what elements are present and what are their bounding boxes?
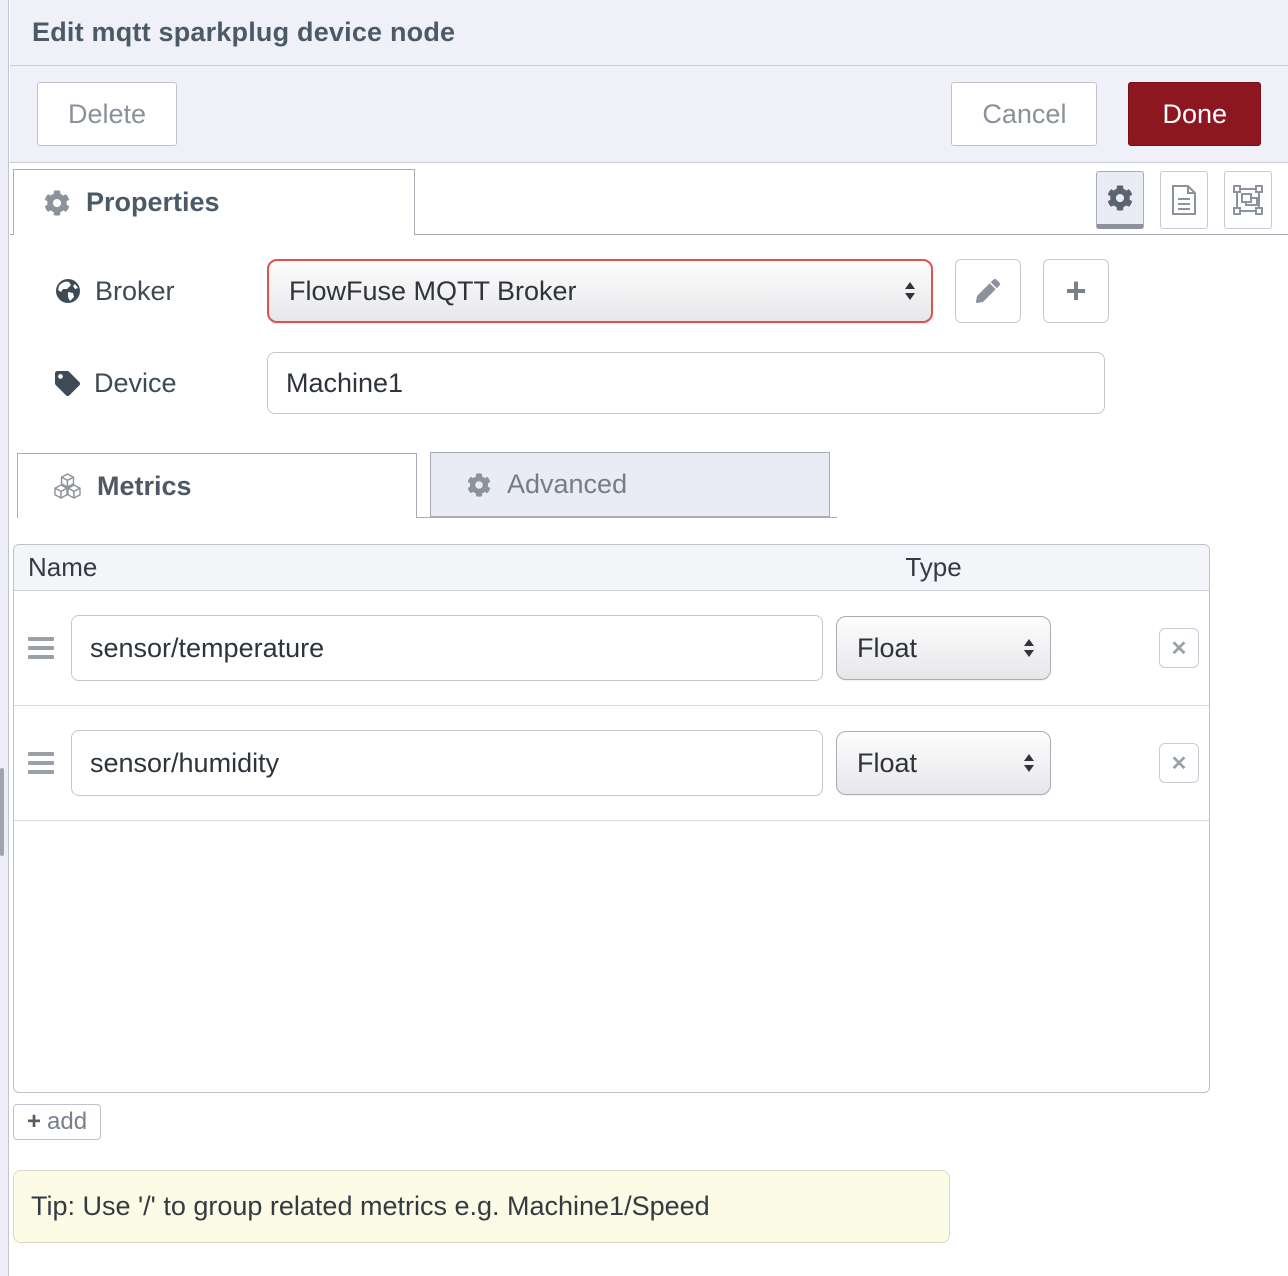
metric-type-select[interactable]: Float <box>836 616 1051 680</box>
editor-left-gutter <box>0 0 9 1276</box>
broker-label-text: Broker <box>95 276 175 307</box>
editor-tab-bar: Properties <box>10 163 1288 235</box>
plus-icon: + <box>1065 273 1086 309</box>
tab-properties[interactable]: Properties <box>13 169 415 235</box>
tip-text: Tip: Use '/' to group related metrics e.… <box>31 1191 710 1222</box>
cubes-icon <box>54 473 81 500</box>
delete-button[interactable]: Delete <box>37 82 177 146</box>
device-label: Device <box>55 368 267 399</box>
select-arrows-icon <box>1024 754 1034 772</box>
broker-select-value: FlowFuse MQTT Broker <box>289 276 905 307</box>
tag-icon <box>55 371 80 396</box>
description-mode-button[interactable] <box>1160 171 1208 229</box>
plus-icon: + <box>27 1110 41 1134</box>
metric-row: Float ✕ <box>14 591 1209 706</box>
properties-mode-button[interactable] <box>1096 171 1144 229</box>
tab-properties-label: Properties <box>86 187 220 218</box>
metrics-list: Name Type Float ✕ Float <box>13 544 1210 1093</box>
dialog-header: Edit mqtt sparkplug device node <box>10 0 1288 66</box>
gear-icon <box>467 473 491 497</box>
metric-type-value: Float <box>857 748 1024 779</box>
add-metric-label: add <box>47 1108 87 1136</box>
drag-handle-icon[interactable] <box>28 637 54 659</box>
column-header-name: Name <box>14 552 97 583</box>
metrics-tab-bar: Metrics Advanced <box>17 452 837 518</box>
remove-metric-button[interactable]: ✕ <box>1159 743 1199 783</box>
tab-advanced-label: Advanced <box>507 469 627 500</box>
select-arrows-icon <box>1024 639 1034 657</box>
appearance-mode-button[interactable] <box>1224 171 1272 229</box>
metric-row: Float ✕ <box>14 706 1209 821</box>
dialog-content: Broker FlowFuse MQTT Broker + Device <box>10 235 1288 1243</box>
metrics-header-row: Name Type <box>14 545 1209 591</box>
device-label-text: Device <box>94 368 177 399</box>
globe-icon <box>55 278 81 304</box>
editor-mode-buttons <box>1096 171 1272 229</box>
appearance-icon <box>1233 185 1263 215</box>
metrics-empty-area <box>14 821 1209 1092</box>
add-metric-button[interactable]: + add <box>13 1104 101 1140</box>
column-header-type: Type <box>905 552 961 583</box>
document-icon <box>1170 185 1198 215</box>
metric-name-input[interactable] <box>71 615 823 681</box>
pencil-icon <box>976 279 1000 303</box>
broker-label: Broker <box>55 276 267 307</box>
tab-metrics[interactable]: Metrics <box>17 453 417 518</box>
page-title: Edit mqtt sparkplug device node <box>32 17 455 48</box>
gear-icon <box>44 190 70 216</box>
gear-icon <box>1107 185 1133 211</box>
tab-metrics-label: Metrics <box>97 471 192 502</box>
device-form-row: Device <box>55 352 1288 414</box>
remove-metric-button[interactable]: ✕ <box>1159 628 1199 668</box>
close-icon: ✕ <box>1171 751 1188 776</box>
tip-box: Tip: Use '/' to group related metrics e.… <box>13 1170 950 1243</box>
cancel-button[interactable]: Cancel <box>951 82 1097 146</box>
close-icon: ✕ <box>1171 636 1188 661</box>
edit-broker-button[interactable] <box>955 259 1021 323</box>
metric-type-value: Float <box>857 633 1024 664</box>
add-broker-button[interactable]: + <box>1043 259 1109 323</box>
device-input[interactable] <box>267 352 1105 414</box>
done-button[interactable]: Done <box>1128 82 1261 146</box>
left-scrollbar-thumb[interactable] <box>0 768 4 856</box>
metric-type-select[interactable]: Float <box>836 731 1051 795</box>
drag-handle-icon[interactable] <box>28 752 54 774</box>
metric-name-input[interactable] <box>71 730 823 796</box>
dialog-toolbar: Delete Cancel Done <box>10 66 1288 163</box>
tab-advanced[interactable]: Advanced <box>430 452 830 517</box>
broker-form-row: Broker FlowFuse MQTT Broker + <box>55 259 1288 323</box>
select-arrows-icon <box>905 282 915 300</box>
edit-node-dialog: Edit mqtt sparkplug device node Delete C… <box>10 0 1288 1276</box>
broker-select[interactable]: FlowFuse MQTT Broker <box>267 259 933 323</box>
